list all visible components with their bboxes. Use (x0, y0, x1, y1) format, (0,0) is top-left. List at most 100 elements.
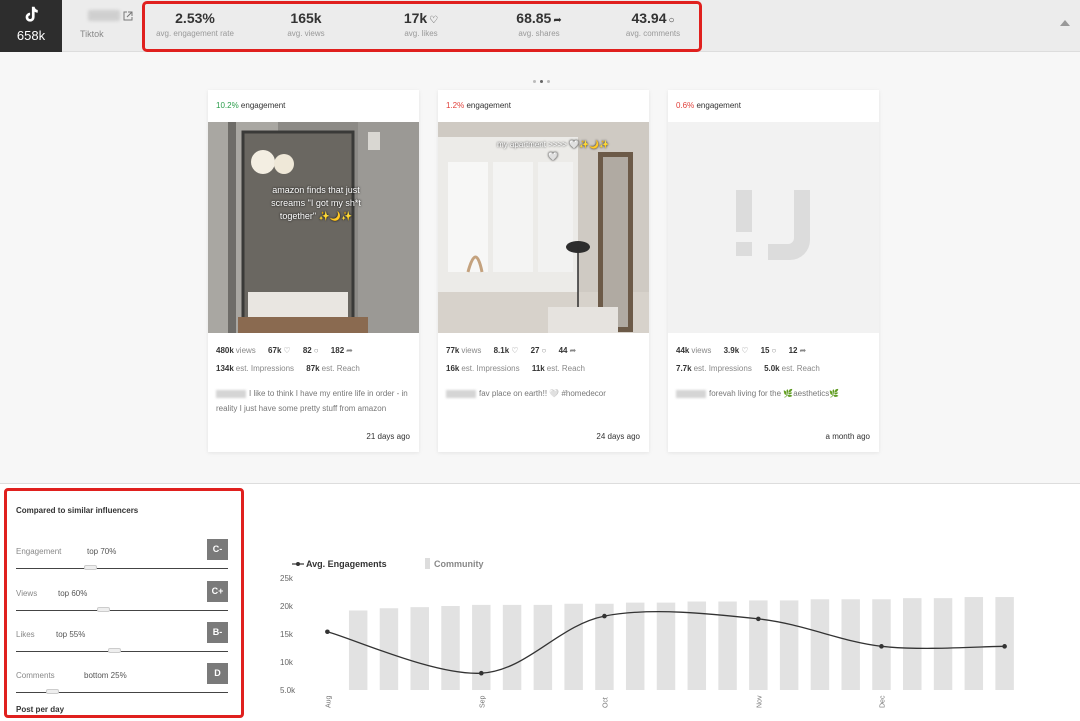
compare-rank: bottom 25% (84, 671, 127, 680)
stat-value: 17k ♡ (403, 10, 439, 26)
stat-label: avg. engagement rate (156, 29, 234, 38)
x-tick-label: Aug (325, 695, 332, 708)
legend-dot-icon (296, 562, 300, 566)
post-caption: I like to think I have my entire life in… (216, 389, 408, 413)
community-bar (472, 604, 491, 690)
comment-icon: ○ (541, 346, 547, 355)
carousel-dot[interactable] (540, 80, 543, 83)
post-engagement: 0.6% engagement (676, 101, 741, 110)
community-bar (656, 602, 676, 690)
stat-value: 68.85 ➦ (516, 10, 562, 26)
compare-metric-name: Views (16, 589, 38, 598)
compare-track (16, 610, 228, 611)
post-card[interactable]: 1.2% engagement my apartment >>>> 🤍✨🌙✨🤍 … (438, 90, 649, 452)
post-caption: forevah living for the 🌿aesthetics🌿 (676, 386, 871, 401)
comment-icon: ○ (668, 15, 675, 26)
x-tick-label: Oct (602, 697, 609, 708)
stat-value: 2.53% (175, 10, 215, 26)
community-bar (564, 603, 583, 690)
carousel-dots[interactable] (531, 70, 552, 88)
share-icon: ➦ (346, 346, 353, 355)
compare-marker (107, 648, 121, 653)
tiktok-badge[interactable]: 658k (0, 0, 62, 52)
engagement-point (479, 670, 484, 676)
engagement-point (602, 613, 607, 619)
follower-count: 658k (16, 28, 46, 43)
compare-row-likes: Likes top 55% B- (16, 622, 228, 670)
carousel-dot[interactable] (533, 80, 536, 83)
y-tick-label: 10k (280, 658, 294, 667)
stat-label: avg. shares (518, 29, 560, 38)
community-bar (348, 610, 368, 690)
engagement-point (1002, 644, 1007, 649)
engagement-chart: Avg. Engagements Community 25k 20k 15k 10k 5.0… (280, 558, 1014, 708)
compare-marker (46, 689, 60, 694)
engagement-point (325, 629, 330, 635)
post-thumbnail[interactable]: amazon finds that just screams "I got my… (208, 122, 419, 333)
mention-redacted (446, 389, 476, 398)
compare-rank: top 70% (87, 547, 117, 556)
legend-label: Community (434, 559, 484, 569)
y-tick-label: 15k (280, 630, 294, 639)
community-bar (995, 597, 1014, 690)
stat-value: 43.94 ○ (631, 10, 675, 26)
compare-track (16, 651, 228, 652)
compare-metric-name: Likes (16, 630, 35, 639)
heart-icon: ♡ (511, 346, 519, 355)
platform-label: Tiktok (80, 29, 104, 39)
x-tick-label: Dec (879, 695, 886, 708)
share-icon: ➦ (569, 346, 577, 355)
stat-views: 165k avg. views (256, 10, 356, 38)
share-icon: ➦ (799, 346, 807, 355)
post-metrics: 480k views 67k ♡ 82 ○ 182 ➦ (216, 346, 353, 355)
community-bar (625, 602, 645, 690)
community-bar (410, 607, 429, 690)
post-reach: 134k est. Impressions 87k est. Reach (216, 364, 360, 373)
post-metrics: 44k views 3.9k ♡ 15 ○ 12 ➦ (676, 346, 807, 355)
post-metrics: 77k views 8.1k ♡ 27 ○ 44 ➦ (446, 346, 577, 355)
y-tick-label: 20k (280, 602, 294, 611)
post-engagement: 1.2% engagement (446, 101, 511, 110)
compare-marker (84, 565, 98, 570)
comment-icon: ○ (771, 346, 777, 355)
community-bar (502, 604, 522, 690)
collapse-arrow-icon[interactable] (1060, 20, 1070, 26)
compare-marker (96, 607, 110, 612)
mention-redacted (216, 389, 246, 398)
image-unavailable-icon (668, 122, 879, 333)
post-age: 21 days ago (366, 432, 410, 441)
post-card[interactable]: 10.2% engagement amazon finds that just … (208, 90, 419, 452)
community-bar (964, 597, 984, 690)
post-thumbnail-placeholder[interactable] (668, 122, 879, 333)
carousel-dot[interactable] (547, 80, 550, 83)
legend-label: Avg. Engagements (306, 559, 387, 569)
profile-header: 658k Tiktok 2.53% avg. engagement rate 1… (0, 0, 1080, 52)
stat-label: avg. views (287, 29, 325, 38)
post-caption: fav place on earth!! 🤍 #homedecor (446, 386, 641, 401)
compare-track (16, 568, 228, 569)
post-age: 24 days ago (596, 432, 640, 441)
grade-badge: C- (207, 539, 228, 560)
legend-bar-icon (425, 558, 430, 569)
comment-icon: ○ (313, 346, 319, 355)
engagement-point (756, 616, 761, 622)
compare-metric-name: Comments (16, 671, 55, 680)
compare-title: Compared to similar influencers (16, 506, 139, 515)
compare-panel: Compared to similar influencers Engageme… (4, 488, 244, 718)
post-card[interactable]: 0.6% engagement 44k views 3.9k ♡ 15 ○ 12 ➦ 7… (668, 90, 879, 452)
y-tick-label: 5.0k (280, 686, 296, 695)
overlay-text: amazon finds that just screams "I got my… (271, 185, 361, 221)
stat-shares: 68.85 ➦ avg. shares (489, 10, 589, 38)
post-thumbnail[interactable]: my apartment >>>> 🤍✨🌙✨🤍 (438, 122, 649, 333)
share-icon: ➦ (553, 15, 562, 26)
grade-badge: D (207, 663, 228, 684)
heart-icon: ♡ (741, 346, 749, 355)
x-tick-label: Nov (756, 695, 763, 708)
external-link-icon[interactable] (123, 11, 133, 21)
x-tick-label: Sep (479, 695, 486, 708)
community-bar (379, 608, 399, 690)
community-bar (749, 600, 768, 690)
stat-label: avg. likes (404, 29, 438, 38)
stat-value: 165k (290, 10, 322, 26)
overlay-text: my apartment >>>> 🤍✨🌙✨🤍 (497, 140, 609, 161)
